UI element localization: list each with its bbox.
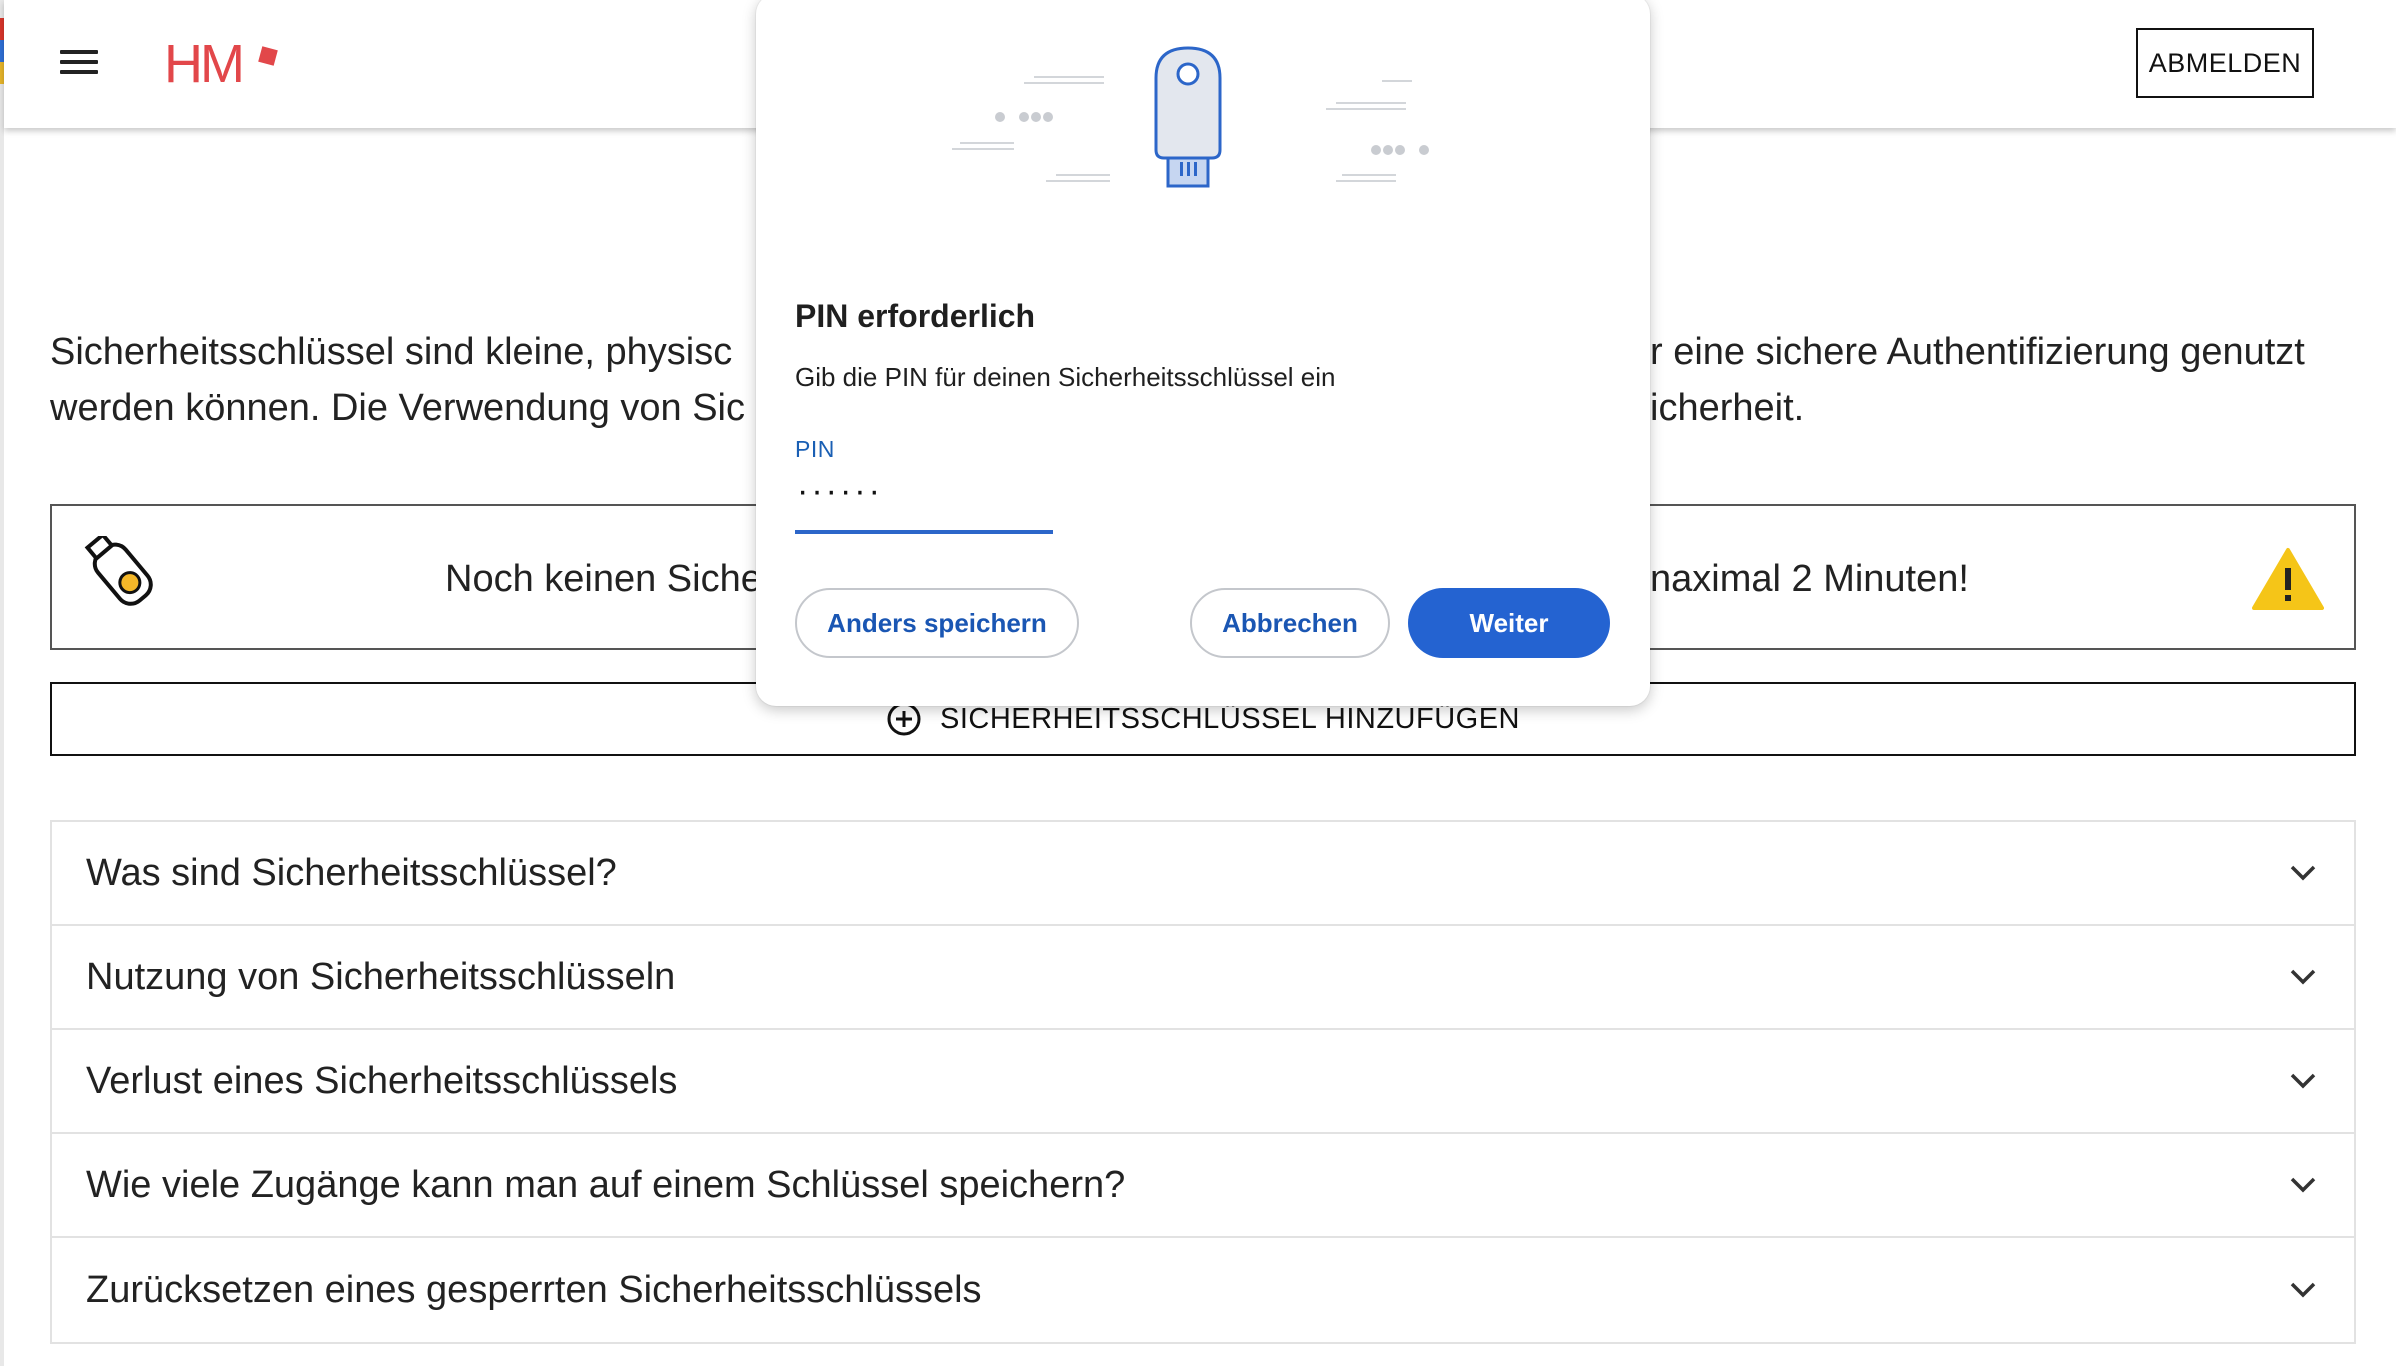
notice-text-left: Noch keinen Siche — [445, 557, 762, 600]
chevron-down-icon[interactable] — [2288, 967, 2318, 987]
intro-line1-left: Sicherheitsschlüssel sind kleine, physis… — [50, 331, 733, 373]
faq-item-title: Wie viele Zugänge kann man auf einem Sch… — [86, 1163, 1126, 1206]
faq-item[interactable]: Wie viele Zugänge kann man auf einem Sch… — [52, 1134, 2354, 1238]
pin-dialog: PIN erforderlich Gib die PIN für deinen … — [756, 0, 1650, 706]
dialog-title: PIN erforderlich — [795, 298, 1036, 334]
browser-edge — [0, 0, 4, 1366]
notice-text-right: naximal 2 Minuten! — [1650, 557, 1969, 600]
chevron-down-icon[interactable] — [2288, 1280, 2318, 1300]
pin-input[interactable] — [795, 474, 1053, 534]
warning-icon — [2252, 548, 2324, 610]
intro-line2-right: icherheit. — [1650, 387, 1805, 429]
faq-item-title: Verlust eines Sicherheitsschlüssels — [86, 1059, 678, 1102]
continue-button[interactable]: Weiter — [1408, 588, 1610, 658]
logo-mark-icon — [258, 46, 278, 66]
hamburger-menu-icon[interactable] — [54, 44, 104, 84]
faq-item-title: Zurücksetzen eines gesperrten Sicherheit… — [86, 1268, 982, 1311]
intro-line1-right: r eine sichere Authentifizierung genutzt — [1650, 331, 2305, 373]
chevron-down-icon[interactable] — [2288, 1175, 2318, 1195]
faq-item[interactable]: Nutzung von Sicherheitsschlüsseln — [52, 926, 2354, 1030]
chevron-down-icon[interactable] — [2288, 863, 2318, 883]
add-security-key-label: SICHERHEITSSCHLÜSSEL HINZUFÜGEN — [939, 702, 1520, 735]
faq-item-title: Was sind Sicherheitsschlüssel? — [86, 851, 617, 894]
chevron-down-icon[interactable] — [2288, 1071, 2318, 1091]
faq-item[interactable]: Zurücksetzen eines gesperrten Sicherheit… — [52, 1238, 2354, 1342]
pin-field-label: PIN — [795, 436, 835, 462]
cancel-button[interactable]: Abbrechen — [1190, 588, 1390, 658]
faq-item[interactable]: Verlust eines Sicherheitsschlüssels — [52, 1030, 2354, 1134]
page: HM ABMELDEN Sicherheitsschlüssel sind kl… — [0, 0, 2396, 1366]
save-other-way-button[interactable]: Anders speichern — [795, 588, 1079, 658]
plus-circle-icon — [887, 702, 921, 736]
logout-button[interactable]: ABMELDEN — [2136, 28, 2314, 98]
dialog-subtitle: Gib die PIN für deinen Sicherheitsschlüs… — [795, 362, 1336, 392]
intro-line2-left: werden können. Die Verwendung von Sic — [50, 387, 746, 429]
security-key-illustration-icon — [952, 46, 1429, 188]
hm-logo[interactable]: HM — [164, 34, 278, 94]
faq-item[interactable]: Was sind Sicherheitsschlüssel? — [52, 822, 2354, 926]
faq-accordion: Was sind Sicherheitsschlüssel? Nutzung v… — [50, 820, 2356, 1344]
faq-item-title: Nutzung von Sicherheitsschlüsseln — [86, 955, 676, 998]
